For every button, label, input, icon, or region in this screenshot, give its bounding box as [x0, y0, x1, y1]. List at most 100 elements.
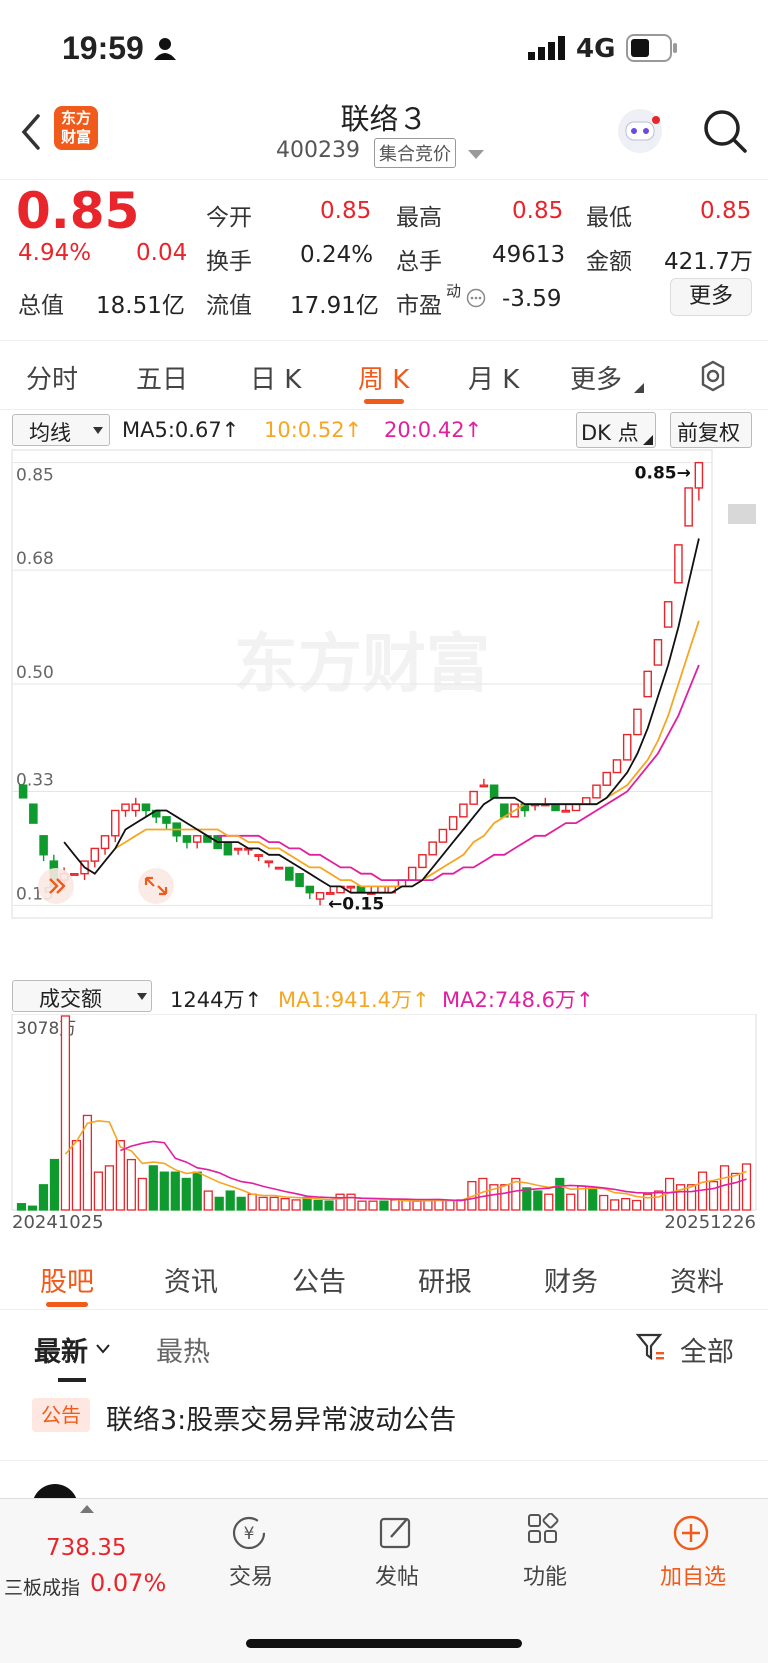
- candle-body: [674, 544, 683, 584]
- volume-chart[interactable]: 3078万20241025 20251226: [0, 1014, 768, 1236]
- low-label: 最低: [586, 205, 632, 231]
- select-arrow-icon: [93, 427, 103, 434]
- filter-icon[interactable]: [636, 1332, 666, 1362]
- post-label: 发帖: [374, 1565, 419, 1590]
- tab-more[interactable]: 更多: [570, 359, 622, 396]
- dropdown-icon[interactable]: [468, 150, 484, 160]
- volume-indicator-select[interactable]: 成交额: [12, 980, 152, 1012]
- volume-bar: [126, 1158, 136, 1211]
- corner-triangle-icon: [643, 435, 653, 445]
- tab-daily-k[interactable]: 日 K: [250, 359, 301, 396]
- select-arrow-icon: [137, 993, 147, 1000]
- add-watchlist-button[interactable]: 加自选: [638, 1513, 748, 1591]
- index-name[interactable]: 三板成指: [4, 1573, 80, 1600]
- tab-announcements[interactable]: 公告: [292, 1260, 346, 1299]
- bottom-toolbar: 738.35 三板成指 0.07% ¥ 交易 发帖 功能 加自选: [0, 1498, 768, 1663]
- candle-body: [131, 803, 141, 812]
- volume-bar: [599, 1194, 609, 1211]
- volume-bar: [423, 1199, 433, 1211]
- change-percent: 4.94%: [18, 240, 92, 266]
- volume-bar: [148, 1165, 158, 1211]
- high-price-label: 0.85→: [635, 464, 691, 484]
- candle-body: [612, 759, 622, 774]
- ma5-label: MA5:0.67↑: [122, 418, 240, 442]
- candle-body: [110, 809, 120, 837]
- sort-hottest[interactable]: 最热: [156, 1330, 210, 1369]
- fullscreen-button[interactable]: [138, 868, 174, 904]
- tab-intraday[interactable]: 分时: [26, 359, 78, 396]
- robot-assistant-icon[interactable]: [614, 106, 666, 156]
- tab-weekly-k[interactable]: 周 K: [358, 359, 409, 396]
- volume-bar: [302, 1196, 312, 1211]
- candle-body: [407, 866, 417, 881]
- candle-body: [223, 841, 233, 856]
- volume-bar: [643, 1193, 653, 1211]
- stock-code: 400239: [276, 138, 360, 163]
- function-label: 功能: [522, 1565, 567, 1590]
- volume-value: 1244万↑: [170, 988, 263, 1012]
- candlestick-chart[interactable]: 东方财富0.850.680.500.330.150.85→←0.15: [0, 448, 768, 978]
- divider: [0, 1460, 768, 1461]
- total-value: 18.51亿: [96, 293, 185, 319]
- svg-text:¥: ¥: [244, 1524, 255, 1544]
- index-value[interactable]: 738.35: [46, 1535, 126, 1561]
- settings-icon[interactable]: [696, 359, 730, 393]
- notice-title[interactable]: 联络3:股票交易异常波动公告: [106, 1398, 456, 1437]
- more-button[interactable]: 更多: [670, 278, 752, 316]
- candle-body: [438, 828, 448, 843]
- tab-profile[interactable]: 资料: [670, 1260, 724, 1299]
- post-button[interactable]: 发帖: [342, 1513, 452, 1591]
- tab-forum[interactable]: 股吧: [40, 1260, 94, 1299]
- candle-body: [561, 809, 571, 813]
- candle-body: [571, 803, 581, 812]
- pe-value: -3.59: [502, 286, 562, 312]
- trade-button[interactable]: ¥ 交易: [196, 1513, 306, 1591]
- candle-body: [643, 670, 652, 698]
- volume-bar: [708, 1180, 719, 1211]
- status-bar: 19:59 4G: [0, 0, 768, 100]
- indicator-select[interactable]: 均线: [12, 414, 110, 446]
- index-percent[interactable]: 0.07%: [90, 1569, 166, 1597]
- auction-badge: 集合竞价: [374, 138, 456, 168]
- tab-five-day[interactable]: 五日: [136, 359, 188, 396]
- tab-news[interactable]: 资讯: [164, 1260, 218, 1299]
- current-price: 0.85: [16, 182, 140, 240]
- function-button[interactable]: 功能: [490, 1512, 600, 1591]
- candle-body: [305, 885, 315, 894]
- search-icon[interactable]: [702, 108, 748, 154]
- adjust-mode-button[interactable]: 前复权: [670, 412, 752, 448]
- volume-bar: [313, 1199, 323, 1211]
- candle-body: [633, 708, 642, 736]
- dk-point-button[interactable]: DK 点: [576, 412, 656, 448]
- volume-bar: [445, 1199, 455, 1211]
- tab-research[interactable]: 研报: [418, 1260, 472, 1299]
- trade-icon: ¥: [232, 1516, 266, 1550]
- volume-bar: [71, 1140, 82, 1211]
- more-dots-icon[interactable]: [466, 288, 486, 308]
- volume-bar: [225, 1190, 235, 1211]
- home-indicator: [246, 1639, 522, 1648]
- tab-finance[interactable]: 财务: [544, 1260, 598, 1299]
- candle-body: [694, 461, 704, 489]
- volume-bar: [82, 1114, 93, 1211]
- volume-select-label: 成交额: [39, 987, 102, 1011]
- volume-bar: [741, 1163, 752, 1211]
- tab-monthly-k[interactable]: 月 K: [468, 359, 519, 396]
- candle-body: [295, 873, 304, 888]
- candle-body: [285, 866, 294, 881]
- candle-body: [418, 854, 427, 869]
- volume-bar: [390, 1199, 400, 1211]
- ma10-label: 10:0.52↑: [264, 418, 363, 442]
- low-price-label: ←0.15: [328, 894, 384, 914]
- volume-bar: [258, 1196, 268, 1211]
- amount-label: 金额: [586, 249, 632, 275]
- y-tick-label: 0.85: [16, 466, 54, 486]
- volume-bar: [456, 1199, 466, 1211]
- volume-bar: [203, 1190, 213, 1211]
- volume-bar: [93, 1171, 103, 1211]
- sort-latest[interactable]: 最新: [34, 1330, 88, 1369]
- feed-tabs: 股吧 资讯 公告 研报 财务 资料: [0, 1240, 768, 1310]
- candle-body: [274, 866, 284, 870]
- volume-bar: [38, 1184, 49, 1211]
- filter-all[interactable]: 全部: [680, 1330, 734, 1369]
